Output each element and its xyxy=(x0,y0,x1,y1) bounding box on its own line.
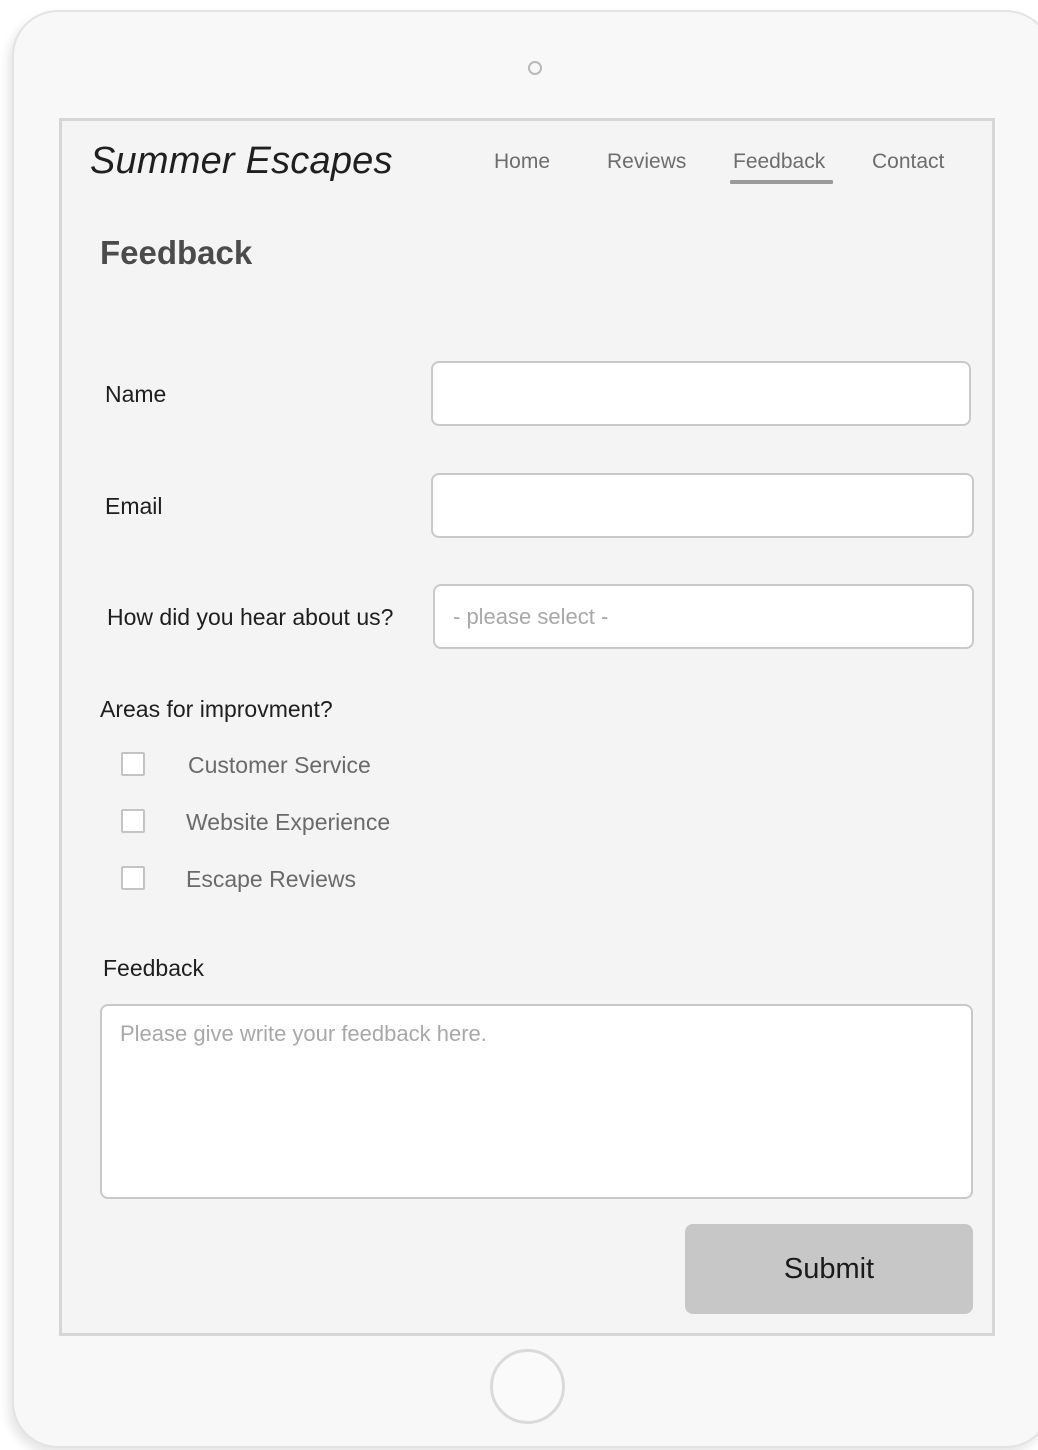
name-label: Name xyxy=(105,381,167,407)
referral-select[interactable]: - please select - xyxy=(433,584,974,649)
website-experience-checkbox[interactable] xyxy=(121,809,145,833)
site-logo[interactable]: Summer Escapes xyxy=(90,140,393,183)
submit-button[interactable]: Submit xyxy=(685,1224,973,1314)
email-label: Email xyxy=(105,493,163,519)
nav-home[interactable]: Home xyxy=(494,150,550,174)
camera-icon xyxy=(528,61,542,75)
nav-feedback[interactable]: Feedback xyxy=(733,150,825,174)
escape-reviews-label[interactable]: Escape Reviews xyxy=(186,866,356,893)
feedback-label: Feedback xyxy=(103,955,205,981)
nav-active-indicator xyxy=(730,180,833,184)
website-experience-label[interactable]: Website Experience xyxy=(186,809,390,836)
customer-service-checkbox[interactable] xyxy=(121,752,145,776)
feedback-textarea[interactable]: Please give write your feedback here. xyxy=(100,1004,973,1199)
improvement-areas-label: Areas for improvment? xyxy=(100,696,333,722)
name-input[interactable] xyxy=(431,361,971,426)
page-title: Feedback xyxy=(100,234,253,271)
nav-reviews[interactable]: Reviews xyxy=(607,150,686,174)
referral-label: How did you hear about us? xyxy=(107,604,394,630)
referral-select-value: - please select - xyxy=(453,604,609,629)
email-input[interactable] xyxy=(431,473,974,538)
feedback-placeholder: Please give write your feedback here. xyxy=(120,1021,487,1046)
nav-contact[interactable]: Contact xyxy=(872,150,944,174)
home-button[interactable] xyxy=(490,1349,565,1424)
escape-reviews-checkbox[interactable] xyxy=(121,866,145,890)
customer-service-label[interactable]: Customer Service xyxy=(188,752,371,779)
